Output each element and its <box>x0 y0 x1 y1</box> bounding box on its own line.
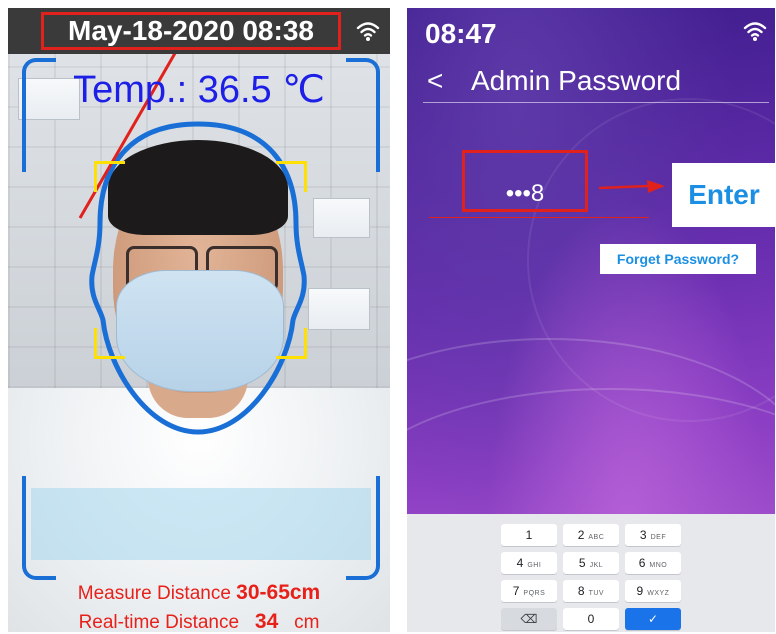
measure-distance-value: 30-65cm <box>236 581 321 604</box>
key-4[interactable]: 4 GHI <box>501 552 557 574</box>
numeric-keypad: 1 2 ABC 3 DEF 4 GHI 5 JKL 6 MNO 7 PQRS 8 TUV 9W… <box>407 514 775 632</box>
key-2[interactable]: 2 ABC <box>563 524 619 546</box>
key-8[interactable]: 8 TUV <box>563 580 619 602</box>
backspace-icon[interactable]: ⌫ <box>501 608 557 630</box>
measure-distance-line: Measure Distance 30-65cm <box>8 582 390 605</box>
key-9[interactable]: 9 WXYZ <box>625 580 681 602</box>
admin-password-screen: 08:47 < Admin Password •••8 Enter Forget… <box>407 8 775 632</box>
wifi-icon <box>743 22 767 41</box>
measure-distance-label: Measure Distance <box>77 583 231 604</box>
page-title: Admin Password <box>471 65 682 96</box>
arrow-right-icon <box>598 180 665 193</box>
key-5[interactable]: 5 JKL <box>563 552 619 574</box>
realtime-distance-unit: cm <box>294 612 320 632</box>
key-0[interactable]: 0 <box>563 608 619 630</box>
password-input[interactable]: •••8 <box>462 180 588 208</box>
face-frame-bottom-right <box>276 328 307 359</box>
temperature-reading: Temp.: 36.5 ℃ <box>73 69 325 111</box>
datetime-display: May-18-2020 08:38 <box>41 12 341 50</box>
face-frame-top-left <box>94 161 125 192</box>
realtime-distance-label: Real-time Distance <box>78 612 240 632</box>
enter-button[interactable]: Enter <box>672 163 775 227</box>
key-6[interactable]: 6 MNO <box>625 552 681 574</box>
wifi-icon <box>356 22 380 41</box>
title-divider <box>423 102 769 103</box>
key-3[interactable]: 3 DEF <box>625 524 681 546</box>
key-1[interactable]: 1 <box>501 524 557 546</box>
temperature-camera-panel: May-18-2020 08:38 Temp.: 36.5 ℃ Measure … <box>8 8 390 632</box>
realtime-distance-value: 34 <box>254 610 279 633</box>
status-time: 08:47 <box>425 18 497 49</box>
face-frame-top-right <box>276 161 307 192</box>
chevron-left-icon[interactable]: < <box>427 64 443 98</box>
face-frame-bottom-left <box>94 328 125 359</box>
realtime-distance-line: Real-time Distance 34 cm <box>8 610 390 633</box>
password-underline <box>429 217 649 218</box>
check-icon[interactable]: ✓ <box>625 608 681 630</box>
measurement-zone-overlay <box>31 488 371 560</box>
forget-password-button[interactable]: Forget Password? <box>600 244 756 274</box>
key-7[interactable]: 7 PQRS <box>501 580 557 602</box>
